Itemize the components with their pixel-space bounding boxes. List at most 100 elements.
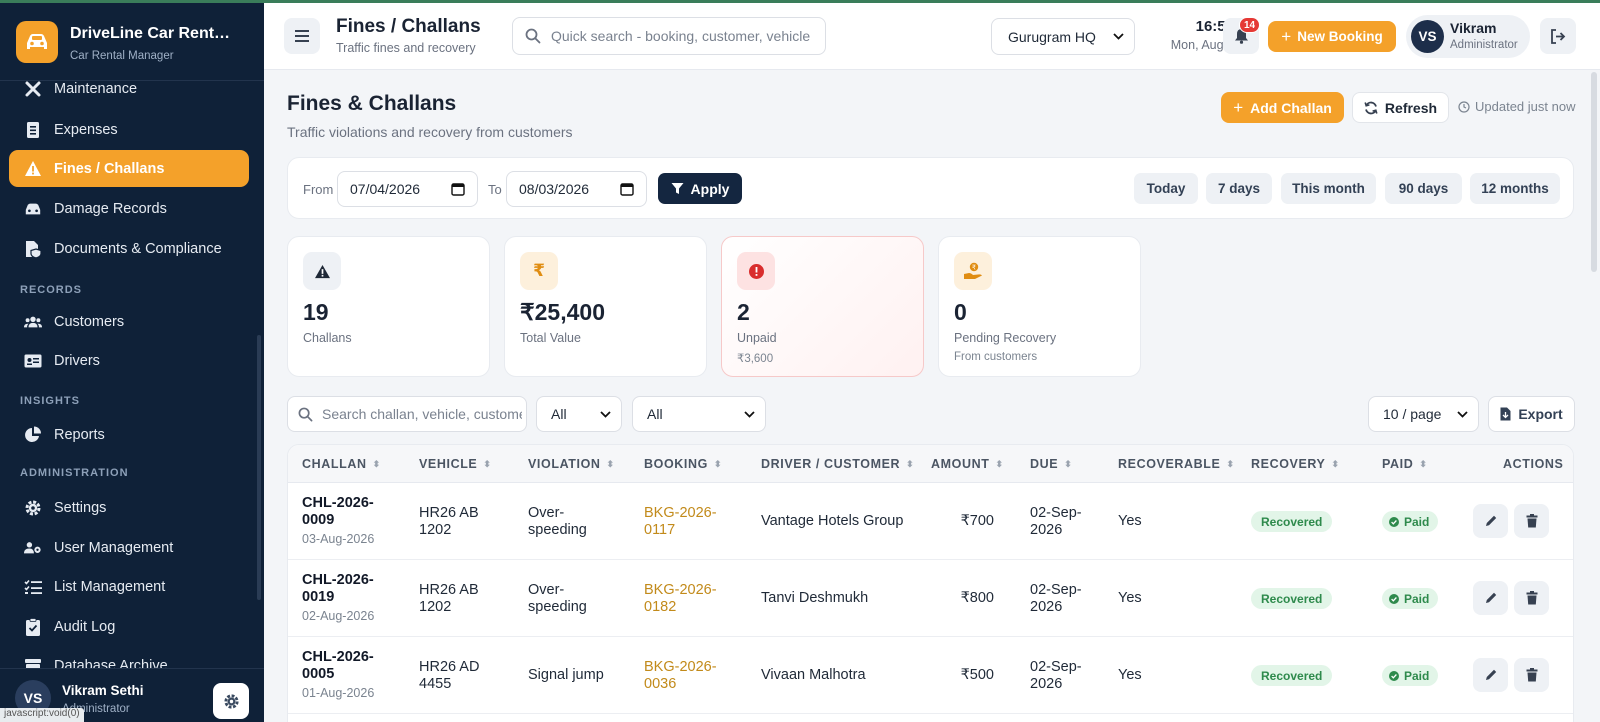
page-size-value: 10 / page [1383, 406, 1442, 422]
profile-menu[interactable]: VS Vikram Administrator [1406, 15, 1530, 58]
column-header-driver-customer[interactable]: DRIVER / CUSTOMER ⬍ [761, 457, 914, 471]
table-row[interactable]: CHL-2026- 0009 03-Aug-2026 HR26 AB 1202 Ove… [288, 483, 1573, 560]
sidebar-item-expenses[interactable]: Expenses [9, 111, 249, 148]
column-header-amount[interactable]: AMOUNT ⬍ [931, 457, 1004, 471]
table-header: CHALLAN ⬍ VEHICLE ⬍ VIOLATION ⬍ BOOKING ⬍ DR… [288, 445, 1573, 483]
brand-header[interactable]: DriveLine Car Rent… Car Rental Manager [0, 3, 264, 81]
edit-button[interactable] [1473, 581, 1508, 615]
paid-badge: Paid [1382, 511, 1439, 532]
add-challan-button[interactable]: + Add Challan [1221, 92, 1344, 123]
sidebar-scrollbar[interactable] [257, 335, 261, 600]
clock-time: 16:58 [1195, 18, 1234, 35]
sidebar-item-audit-log[interactable]: Audit Log [9, 608, 249, 645]
range-this-month-button[interactable]: This month [1281, 173, 1376, 204]
list-check-icon [24, 578, 42, 596]
refresh-button[interactable]: Refresh [1352, 92, 1449, 123]
stat-value: 0 [954, 299, 967, 325]
main-scrollbar[interactable] [1591, 72, 1597, 272]
sort-icon: ⬍ [1226, 458, 1235, 469]
logout-button[interactable] [1540, 18, 1576, 54]
sidebar-item-settings[interactable]: Settings [9, 489, 249, 526]
page-size-select[interactable]: 10 / page [1368, 396, 1479, 432]
cell-recoverable: Yes [1118, 667, 1142, 683]
stat-label: Pending Recovery [954, 331, 1057, 345]
delete-button[interactable] [1514, 658, 1549, 692]
column-header-challan[interactable]: CHALLAN ⬍ [302, 457, 381, 471]
sidebar-item-drivers[interactable]: Drivers [9, 342, 249, 379]
warning-icon [24, 160, 42, 178]
column-header-recovery[interactable]: RECOVERY ⬍ [1251, 457, 1340, 471]
sidebar-item-documents-compliance[interactable]: Documents & Compliance [9, 230, 249, 267]
range-12-months-button[interactable]: 12 months [1470, 173, 1560, 204]
export-button[interactable]: Export [1488, 396, 1575, 432]
pencil-icon [1485, 515, 1496, 526]
car-crash-icon [24, 200, 42, 218]
column-header-violation[interactable]: VIOLATION ⬍ [528, 457, 615, 471]
check-circle-icon [1389, 516, 1399, 527]
column-header-vehicle[interactable]: VEHICLE ⬍ [419, 457, 492, 471]
range-7-days-button[interactable]: 7 days [1206, 173, 1272, 204]
booking-link[interactable]: BKG-2026- 0117 [644, 505, 717, 539]
hand-rupee-icon: ₹ [954, 252, 992, 290]
svg-text:₹: ₹ [972, 264, 976, 272]
table-search [287, 396, 527, 432]
clock-icon [1458, 100, 1470, 113]
sidebar-item-label: List Management [54, 578, 166, 595]
car-logo-icon [16, 21, 58, 63]
table-row[interactable]: CHL-2026- 0005 01-Aug-2026 HR26 AD 4455 Sig… [288, 637, 1573, 714]
stat-value: 2 [737, 299, 750, 325]
table-search-input[interactable] [322, 406, 522, 422]
notification-count-badge: 14 [1239, 17, 1261, 33]
brand-name: DriveLine Car Rent… [70, 25, 231, 42]
apply-filter-button[interactable]: Apply [658, 173, 742, 204]
from-date-input[interactable]: 07/04/2026 [337, 171, 478, 207]
plus-icon: + [1281, 27, 1292, 46]
sidebar-item-list-management[interactable]: List Management [9, 568, 249, 605]
alert-circle-icon [737, 252, 775, 290]
to-date-input[interactable]: 08/03/2026 [506, 171, 647, 207]
profile-role: Administrator [1450, 39, 1518, 51]
to-label: To [488, 182, 502, 197]
type-filter-select[interactable]: All [632, 396, 766, 432]
location-select[interactable]: Gurugram HQ [991, 18, 1135, 55]
new-booking-button[interactable]: + New Booking [1268, 21, 1396, 52]
stat-label: Total Value [520, 331, 581, 345]
refresh-icon [1364, 101, 1378, 114]
check-circle-icon [1389, 593, 1399, 604]
brand-subtitle: Car Rental Manager [70, 50, 174, 62]
chevron-down-icon [600, 410, 611, 418]
stat-label: Challans [303, 331, 352, 345]
sidebar-item-label: Settings [54, 499, 107, 516]
sidebar-item-damage-records[interactable]: Damage Records [9, 190, 249, 227]
edit-button[interactable] [1473, 504, 1508, 538]
status-badge: Recovered [1251, 588, 1333, 609]
stat-card-total-value: ₹ ₹25,400 Total Value [504, 236, 707, 377]
cell-violation: Over-speeding [528, 505, 587, 538]
status-filter-select[interactable]: All [536, 396, 622, 432]
user-settings-button[interactable] [213, 683, 249, 719]
quick-search-input[interactable] [551, 28, 821, 44]
delete-button[interactable] [1514, 581, 1549, 615]
status-badge: Recovered [1251, 511, 1333, 532]
delete-button[interactable] [1514, 504, 1549, 538]
menu-toggle-button[interactable] [284, 18, 320, 54]
sidebar-item-customers[interactable]: Customers [9, 303, 249, 340]
column-header-booking[interactable]: BOOKING ⬍ [644, 457, 722, 471]
table-row[interactable]: CHL-2026- 0019 02-Aug-2026 HR26 AB 1202 Ove… [288, 560, 1573, 637]
column-header-due[interactable]: DUE ⬍ [1030, 457, 1072, 471]
range-today-button[interactable]: Today [1134, 173, 1198, 204]
sidebar-item-label: Audit Log [54, 618, 116, 635]
edit-button[interactable] [1473, 658, 1508, 692]
column-header-recoverable[interactable]: RECOVERABLE ⬍ [1118, 457, 1235, 471]
booking-link[interactable]: BKG-2026- 0182 [644, 582, 717, 616]
sidebar-item-label: Maintenance [54, 80, 138, 97]
sidebar-item-reports[interactable]: Reports [9, 416, 249, 453]
search-icon [298, 407, 313, 421]
booking-link[interactable]: BKG-2026- 0036 [644, 659, 717, 693]
range-90-days-button[interactable]: 90 days [1385, 173, 1462, 204]
sidebar-item-fines-challans[interactable]: Fines / Challans [9, 150, 249, 187]
trash-icon [1526, 514, 1537, 528]
sidebar-item-user-management[interactable]: User Management [9, 529, 249, 566]
column-header-paid[interactable]: PAID ⬍ [1382, 457, 1428, 471]
cell-recoverable: Yes [1118, 513, 1142, 529]
